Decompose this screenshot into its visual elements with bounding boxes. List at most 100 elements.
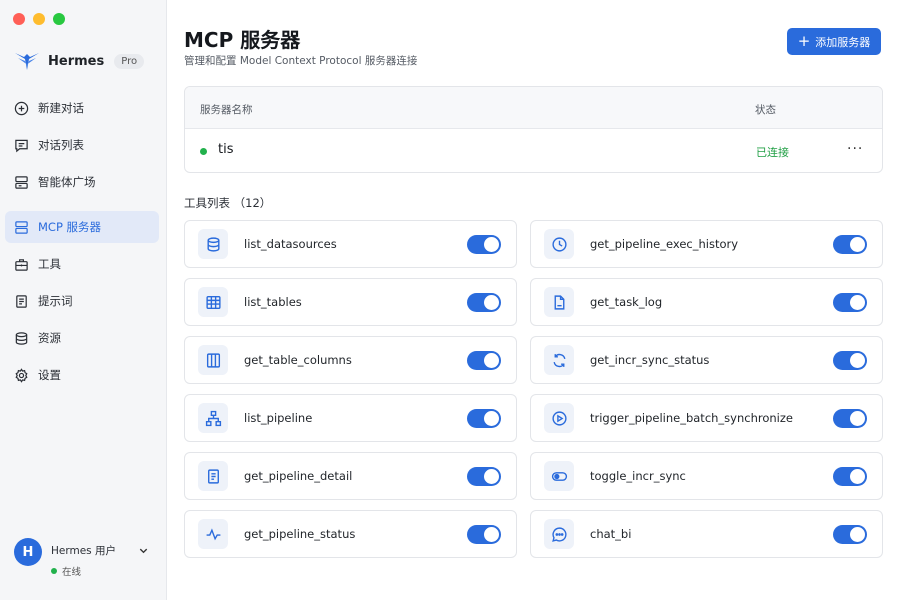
tool-toggle[interactable]: [833, 351, 867, 370]
main-content: MCP 服务器 管理和配置 Model Context Protocol 服务器…: [168, 0, 900, 600]
server-icon: [15, 220, 28, 234]
sidebar-item-settings[interactable]: 设置: [5, 359, 159, 391]
close-window-button[interactable]: [13, 13, 25, 25]
user-status-label: 在线: [62, 567, 82, 578]
tool-card: trigger_pipeline_batch_synchronize: [530, 394, 883, 442]
tool-name: list_pipeline: [244, 411, 313, 425]
toolbox-icon: [15, 258, 28, 271]
prompt-doc-icon: [16, 294, 27, 308]
add-server-button[interactable]: + 添加服务器: [787, 28, 881, 55]
sidebar-item-label: 对话列表: [38, 138, 84, 152]
hierarchy-icon: [205, 410, 221, 426]
toggle-icon: [551, 471, 567, 481]
activity-icon: [206, 527, 220, 540]
sidebar-item-resources[interactable]: 资源: [5, 322, 159, 354]
tool-name: trigger_pipeline_batch_synchronize: [590, 411, 793, 425]
server-status: 已连接: [756, 146, 789, 159]
sidebar-item-label: 提示词: [38, 294, 73, 308]
tool-card: get_task_log: [530, 278, 883, 326]
chat-bubble-icon: [551, 526, 567, 542]
gear-icon: [15, 367, 28, 383]
online-dot-icon: [51, 568, 57, 574]
database-icon: [15, 331, 28, 345]
tool-toggle[interactable]: [467, 235, 501, 254]
tool-toggle[interactable]: [467, 351, 501, 370]
table-icon: [205, 295, 221, 309]
tool-toggle[interactable]: [833, 293, 867, 312]
server-table-header: 服务器名称 状态: [185, 87, 882, 129]
clock-icon: [551, 236, 567, 252]
user-status: 在线: [51, 564, 116, 578]
tool-name: list_datasources: [244, 237, 337, 251]
page-subtitle: 管理和配置 Model Context Protocol 服务器连接: [184, 55, 418, 67]
tool-toggle[interactable]: [467, 525, 501, 544]
sidebar: Hermes Pro 新建对话 对话列表 智能体广场 MCP 服务器 工具 提示…: [0, 0, 167, 600]
sidebar-item-agent-store[interactable]: 智能体广场: [5, 166, 159, 198]
sidebar-item-prompts[interactable]: 提示词: [5, 285, 159, 317]
tool-toggle[interactable]: [467, 467, 501, 486]
tool-toggle[interactable]: [833, 467, 867, 486]
tool-card: get_table_columns: [184, 336, 517, 384]
tool-name: get_pipeline_detail: [244, 469, 353, 483]
chat-list-icon: [15, 139, 28, 152]
tool-card: get_incr_sync_status: [530, 336, 883, 384]
user-profile[interactable]: H Hermes 用户 在线: [14, 538, 154, 578]
table-row[interactable]: tis 已连接 ···: [185, 129, 882, 172]
connection-dot-icon: [200, 148, 207, 155]
tool-toggle[interactable]: [467, 293, 501, 312]
user-name: Hermes 用户: [51, 545, 116, 557]
tool-name: get_incr_sync_status: [590, 353, 710, 367]
server-name: tis: [218, 142, 234, 157]
tool-toggle[interactable]: [833, 235, 867, 254]
tool-name: get_pipeline_exec_history: [590, 237, 739, 251]
database-icon: [206, 236, 220, 252]
window-controls: [13, 13, 65, 25]
tool-card: toggle_incr_sync: [530, 452, 883, 500]
tool-card: list_tables: [184, 278, 517, 326]
column-header-status: 状态: [755, 104, 776, 116]
sidebar-item-label: 设置: [38, 368, 61, 382]
maximize-window-button[interactable]: [53, 13, 65, 25]
tool-card: list_pipeline: [184, 394, 517, 442]
tool-card: chat_bi: [530, 510, 883, 558]
minimize-window-button[interactable]: [33, 13, 45, 25]
tool-name: get_pipeline_status: [244, 527, 356, 541]
column-header-name: 服务器名称: [200, 104, 253, 116]
play-circle-icon: [551, 410, 567, 426]
sidebar-item-chat-list[interactable]: 对话列表: [5, 129, 159, 161]
tool-card: get_pipeline_exec_history: [530, 220, 883, 268]
avatar: H: [14, 538, 42, 566]
refresh-icon: [553, 353, 565, 367]
tool-toggle[interactable]: [833, 409, 867, 428]
tool-name: get_task_log: [590, 295, 663, 309]
tool-card: get_pipeline_detail: [184, 452, 517, 500]
add-server-label: 添加服务器: [815, 35, 871, 49]
agent-store-icon: [15, 175, 28, 189]
tool-name: get_table_columns: [244, 353, 352, 367]
tools-grid: list_datasources get_pipeline_exec_histo…: [184, 220, 883, 558]
sidebar-item-label: 智能体广场: [38, 175, 96, 189]
sidebar-item-mcp-servers[interactable]: MCP 服务器: [5, 211, 159, 243]
sidebar-item-new-chat[interactable]: 新建对话: [5, 92, 159, 124]
document-icon: [207, 468, 219, 484]
chevron-down-icon[interactable]: [138, 545, 149, 556]
tool-toggle[interactable]: [467, 409, 501, 428]
sidebar-item-label: 工具: [38, 257, 61, 271]
file-icon: [554, 294, 564, 310]
sidebar-item-label: 资源: [38, 331, 61, 345]
plus-circle-icon: [14, 101, 29, 115]
server-table: 服务器名称 状态 tis 已连接 ···: [184, 86, 883, 173]
tool-card: list_datasources: [184, 220, 517, 268]
columns-icon: [206, 352, 220, 368]
sidebar-item-tools[interactable]: 工具: [5, 248, 159, 280]
brand-name: Hermes: [48, 53, 105, 69]
tool-name: chat_bi: [590, 527, 632, 541]
plus-icon: +: [797, 32, 811, 50]
plan-badge: Pro: [114, 53, 145, 69]
brand: Hermes Pro: [14, 50, 145, 72]
tool-name: toggle_incr_sync: [590, 469, 686, 483]
tools-section-title: 工具列表 （12）: [184, 196, 272, 210]
tool-toggle[interactable]: [833, 525, 867, 544]
tool-name: list_tables: [244, 295, 302, 309]
more-options-icon[interactable]: ···: [847, 141, 863, 157]
